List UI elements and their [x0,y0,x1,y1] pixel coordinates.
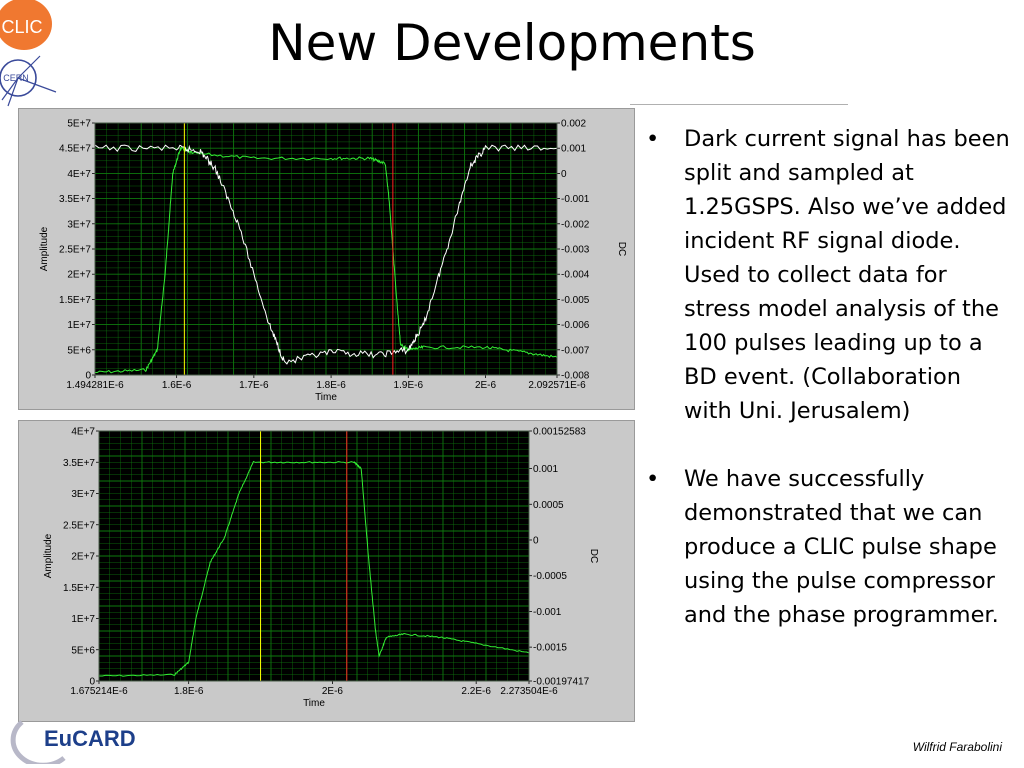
x-tick-label: 2E-6 [475,380,497,391]
y-axis-label: Amplitude [43,533,54,578]
y2-tick-label: 0.00152583 [533,427,586,438]
x-tick-label: 2.273504E-6 [500,686,558,697]
y2-tick-label: -0.005 [561,295,590,306]
y-tick-label: 4.5E+7 [59,144,91,155]
y-tick-label: 2E+7 [67,270,91,281]
x-tick-label: 1.494281E-6 [66,380,124,391]
y2-tick-label: -0.003 [561,245,590,256]
x-tick-label: 1.7E-6 [239,380,269,391]
y2-tick-label: -0.001 [561,194,590,205]
y-tick-label: 3.5E+7 [63,458,95,469]
y2-axis-label: DC [588,549,599,563]
y-tick-label: 2.5E+7 [59,245,91,256]
y-tick-label: 5E+6 [71,645,95,656]
clic-logo: CLIC [0,0,52,50]
y2-tick-label: 0.002 [561,119,586,130]
eucard-logo-text: EuCARD [44,726,136,751]
x-tick-label: 1.8E-6 [174,686,204,697]
chart-panel-bottom: 4E+7 3.5E+7 3E+7 2.5E+7 2E+7 1.5E+7 1E+7 5E+6 0 0… [18,420,635,722]
y2-tick-label: -0.0005 [533,571,567,582]
y-axis-label: Amplitude [39,226,50,271]
y-tick-label: 4E+7 [67,169,91,180]
bullet-list: • Dark current signal has been split and… [640,122,1012,666]
y2-tick-label: -0.006 [561,320,590,331]
x-tick-label: 2.092571E-6 [528,380,586,391]
bullet-text: We have successfully demonstrated that w… [684,466,999,628]
chart-pulse-shape: 4E+7 3.5E+7 3E+7 2.5E+7 2E+7 1.5E+7 1E+7 5E+6 0 0… [43,427,599,710]
cern-logo: CERN [0,55,57,107]
y-tick-label: 2E+7 [71,552,95,563]
x-tick-label: 1.9E-6 [394,380,424,391]
cern-logo-text: CERN [3,73,29,83]
y2-tick-label: -0.001 [533,607,562,618]
x-tick-label: 1.8E-6 [316,380,346,391]
y2-axis-label: DC [616,242,627,256]
y-tick-label: 1E+7 [71,614,95,625]
y2-tick-label: 0 [561,169,567,180]
title-divider [630,104,848,105]
x-axis-label: Time [315,392,337,403]
chart-dark-current: 5E+7 4.5E+7 4E+7 3.5E+7 3E+7 2.5E+7 2E+7 1.5E+7… [39,119,627,404]
x-tick-label: 2E-6 [322,686,344,697]
y2-tick-label: 0.0005 [533,500,564,511]
grid [98,430,530,682]
y2-tick-label: -0.004 [561,270,590,281]
y-tick-label: 1.5E+7 [63,583,95,594]
y2-tick-label: 0.001 [533,464,558,475]
eucard-logo: EuCARD [10,720,136,764]
y-tick-label: 1.5E+7 [59,295,91,306]
y-tick-label: 3E+7 [71,489,95,500]
x-tick-label: 1.675214E-6 [70,686,128,697]
bullet-dot: • [646,126,660,152]
author-footer: Wilfrid Farabolini [912,740,1002,754]
bullet-item: • Dark current signal has been split and… [640,122,1012,428]
y-tick-label: 5E+7 [67,119,91,130]
slide-title: New Developments [268,14,756,72]
bullet-dot: • [646,466,660,492]
clic-logo-text: CLIC [1,17,42,37]
y2-tick-label: 0.001 [561,144,586,155]
y2-tick-label: -0.007 [561,345,590,356]
y-tick-label: 2.5E+7 [63,520,95,531]
y-tick-label: 4E+7 [71,427,95,438]
bullet-text: Dark current signal has been split and s… [684,126,1010,424]
bullet-item: • We have successfully demonstrated that… [640,462,1012,632]
x-axis-label: Time [303,698,325,709]
x-tick-label: 2.2E-6 [461,686,491,697]
y-tick-label: 1E+7 [67,320,91,331]
y-tick-label: 3E+7 [67,219,91,230]
y2-tick-label: 0 [533,535,539,546]
grid [94,122,558,376]
y2-tick-label: -0.002 [561,219,590,230]
y-tick-label: 5E+6 [67,345,91,356]
y-tick-label: 3.5E+7 [59,194,91,205]
y2-tick-label: -0.0015 [533,643,567,654]
chart-panel-top: 5E+7 4.5E+7 4E+7 3.5E+7 3E+7 2.5E+7 2E+7 1.5E+7… [18,108,635,410]
x-tick-label: 1.6E-6 [162,380,192,391]
